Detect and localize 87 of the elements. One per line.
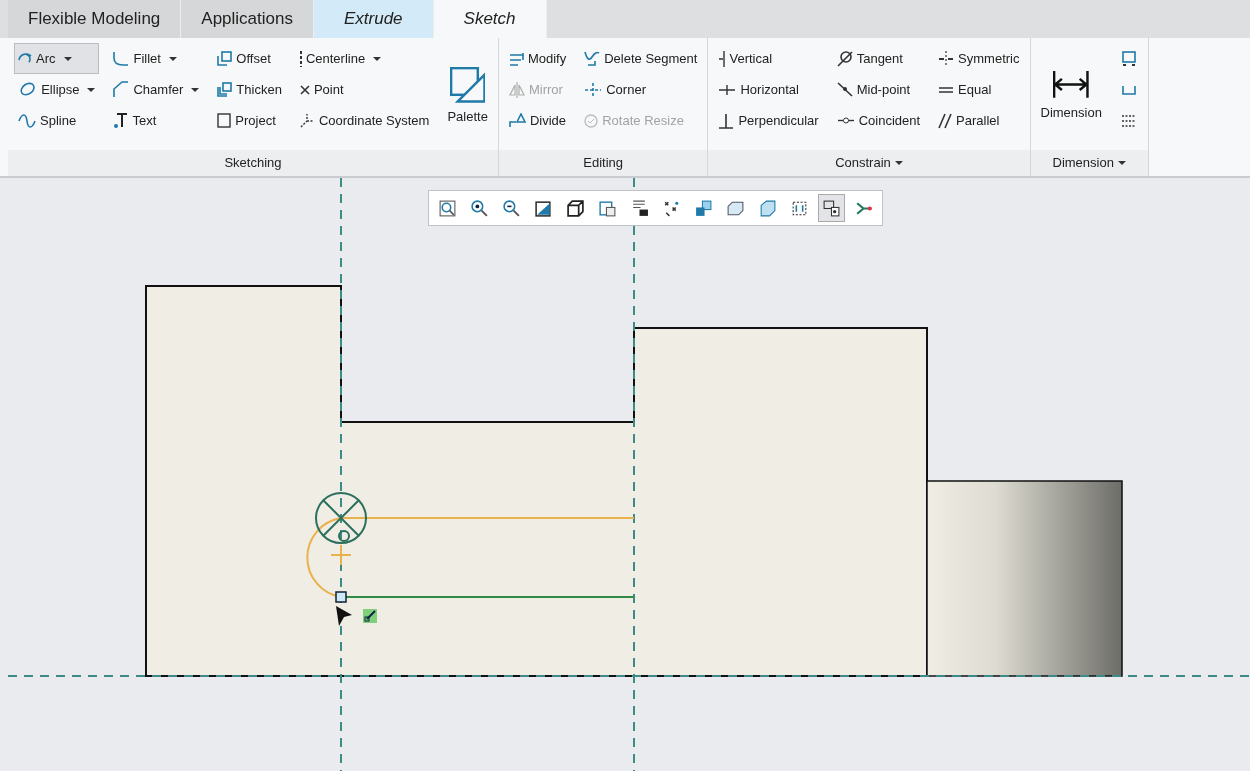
point-icon [299, 84, 310, 95]
zoom-in-icon [470, 198, 489, 218]
tool-button[interactable]: Fillet [109, 43, 204, 74]
modify-icon [508, 51, 524, 66]
tool-button[interactable]: Perpendicular [714, 105, 823, 136]
symmetric-icon [938, 49, 955, 68]
shaded-cube-icon [758, 198, 777, 218]
zoom-out-icon [502, 198, 521, 218]
tool-button[interactable]: Modify [504, 43, 571, 74]
palette-icon [449, 66, 486, 103]
tool-button[interactable]: Point [295, 74, 434, 105]
snap-target-icon [315, 492, 367, 544]
tool-button[interactable]: Centerline [295, 43, 434, 74]
midpoint-icon [836, 82, 853, 97]
tool-button[interactable]: Corner [580, 74, 702, 105]
dimension-icon [1053, 70, 1089, 100]
caret-icon[interactable] [1117, 161, 1126, 165]
cube-icon [566, 198, 585, 218]
tool-button[interactable]: Mid-point [832, 74, 925, 105]
caret-icon[interactable] [894, 161, 903, 165]
large-tool-button[interactable]: Palette [443, 43, 492, 150]
perpendicular-icon [718, 112, 735, 129]
group-title: Sketching [224, 154, 282, 173]
thicken-icon [217, 82, 233, 97]
plane-icon [534, 198, 553, 218]
tool-button[interactable]: Chamfer [109, 74, 204, 105]
tool-button[interactable]: Text [109, 105, 204, 136]
group-title: Dimension [1052, 154, 1114, 173]
caret-icon [191, 87, 200, 92]
chamfer-icon [113, 81, 130, 98]
arc-icon [18, 53, 32, 64]
tool-button[interactable]: Coordinate System [295, 105, 434, 136]
group-title: Constrain [835, 154, 891, 173]
tool-button[interactable]: Equal [934, 74, 1024, 105]
equal-icon [938, 86, 955, 93]
caret-icon [63, 56, 72, 61]
offset-icon [217, 51, 233, 66]
view-tool-button[interactable] [818, 194, 845, 222]
cursor-icon [336, 606, 352, 626]
tool-button[interactable]: Offset [213, 43, 286, 74]
arc-center-mark [330, 544, 352, 566]
tool-button[interactable]: Delete Segment [580, 43, 702, 74]
ellipse-icon [18, 80, 38, 99]
ribbon-tab[interactable]: Sketch [433, 0, 547, 38]
constraint-icon [363, 609, 377, 623]
text-icon [113, 112, 129, 129]
centerline-icon [299, 49, 302, 68]
tool-button[interactable]: Thicken [213, 74, 286, 105]
display-icon [822, 198, 841, 218]
mirror-icon [508, 80, 525, 99]
delete-segment-icon [584, 51, 601, 66]
caret-icon [168, 56, 177, 61]
tool-button[interactable]: Parallel [934, 105, 1024, 136]
tool-button[interactable]: Horizontal [714, 74, 823, 105]
tool-button[interactable]: Divide [504, 105, 571, 136]
vertical-icon [718, 49, 726, 68]
group-title: Editing [583, 154, 624, 173]
tool-button[interactable]: Symmetric [934, 43, 1024, 74]
divide-icon [508, 113, 526, 128]
caret-icon [87, 87, 96, 92]
endpoint-marker [335, 591, 347, 603]
ribbon-tab[interactable]: Extrude [313, 0, 434, 38]
large-tool-button[interactable]: Dimension [1036, 43, 1106, 150]
coincident-icon [836, 117, 855, 124]
parallel-icon [938, 112, 953, 129]
corner-icon [584, 81, 603, 98]
tool-button[interactable]: Spline [14, 105, 100, 136]
axes-icon [299, 113, 315, 128]
square-icon [217, 113, 232, 128]
tool-button[interactable]: Ellipse [14, 74, 100, 105]
ribbon-tab[interactable]: Applications [181, 0, 314, 38]
sheet-icon [598, 198, 617, 218]
swap-icon [694, 198, 713, 218]
tool-button[interactable]: Arc [14, 43, 100, 74]
horizontal-icon [718, 83, 737, 96]
tool-button[interactable]: Tangent [832, 43, 925, 74]
rotate-icon [584, 113, 599, 128]
tool-button[interactable]: Project [213, 105, 286, 136]
tool-button[interactable]: Vertical [714, 43, 823, 74]
spline-icon [18, 113, 36, 128]
caret-icon [373, 56, 382, 61]
ref-dimension-icon [1120, 114, 1137, 127]
zoom-fit-icon [438, 198, 457, 218]
ribbon-tab[interactable]: Flexible Modeling [8, 0, 182, 38]
tool-button[interactable]: Coincident [832, 105, 925, 136]
tangent-icon [836, 50, 853, 67]
fillet-icon [113, 51, 130, 66]
